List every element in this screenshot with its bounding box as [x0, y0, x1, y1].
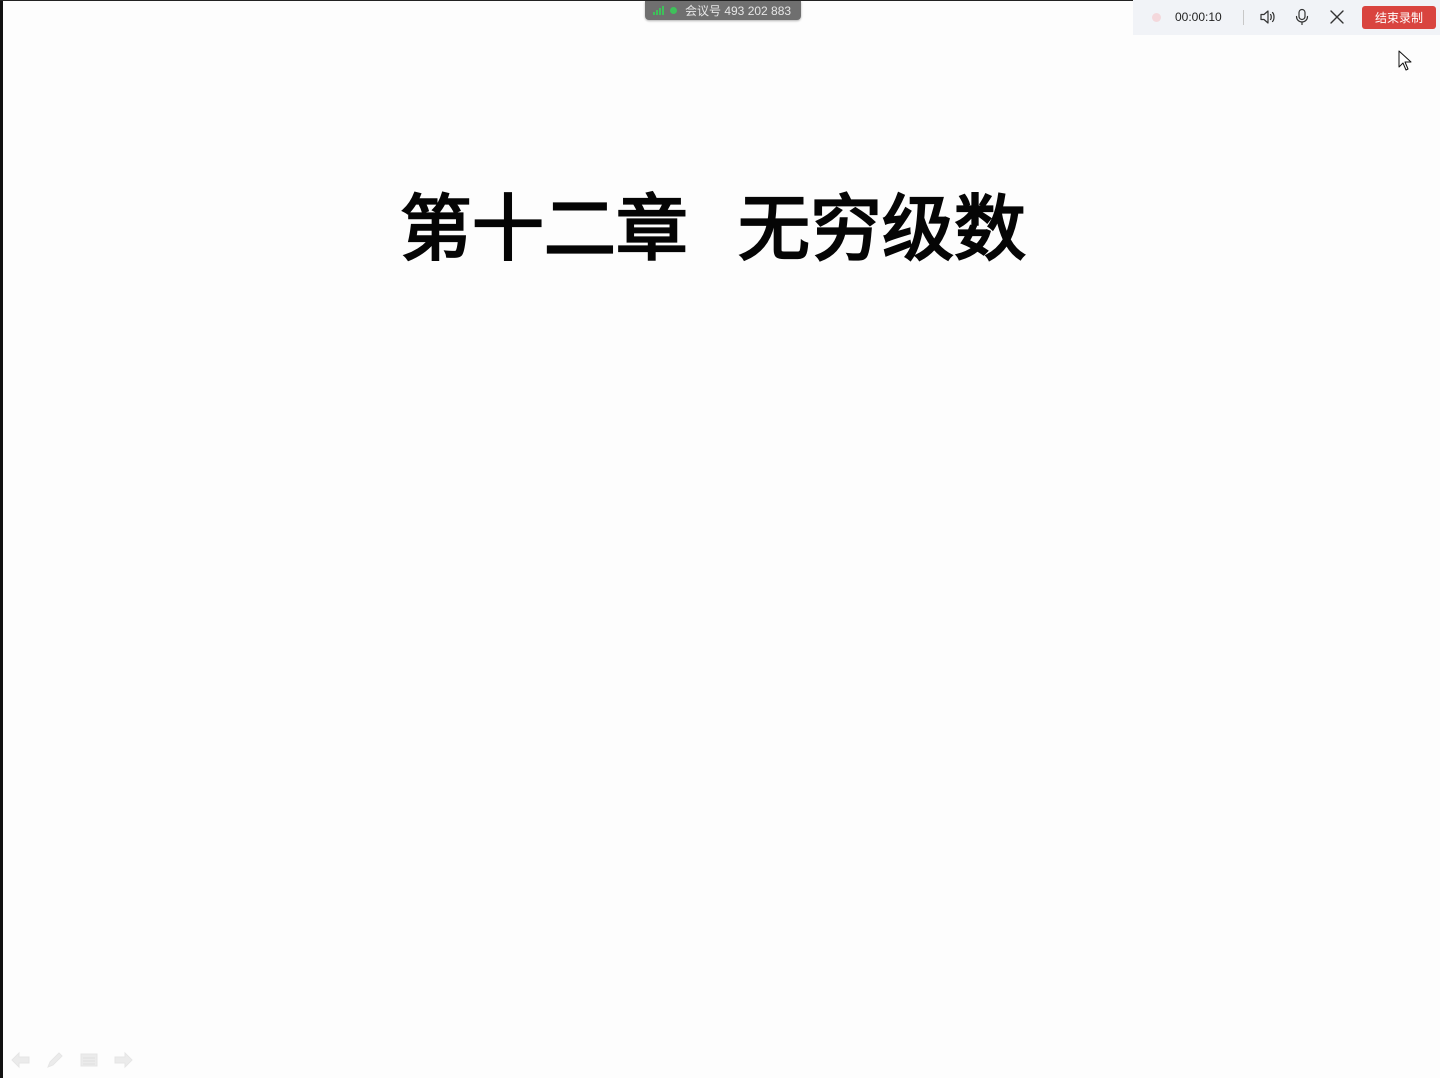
recording-timer: 00:00:10 [1175, 10, 1222, 24]
speaker-icon[interactable] [1258, 7, 1278, 27]
signal-icon [653, 6, 664, 15]
meeting-id-text: 会议号 493 202 883 [685, 4, 792, 18]
record-dot-icon [1152, 13, 1161, 22]
status-dot-icon [670, 7, 677, 14]
arrow-right-icon[interactable] [112, 1050, 134, 1070]
window-left-border [0, 0, 3, 1078]
meeting-id-pill[interactable]: 会议号 493 202 883 [645, 1, 801, 20]
toolbar-divider [1243, 10, 1244, 25]
mouse-cursor-icon [1398, 50, 1412, 72]
slideshow-controls [10, 1050, 134, 1070]
pen-icon[interactable] [44, 1050, 66, 1070]
end-recording-button[interactable]: 结束录制 [1362, 6, 1436, 29]
recording-toolbar: 00:00:10 结束录制 [1133, 0, 1440, 35]
slide-title: 第十二章 无穷级数 [399, 187, 1027, 271]
close-icon[interactable] [1327, 7, 1347, 27]
arrow-left-icon[interactable] [10, 1050, 32, 1070]
menu-icon[interactable] [78, 1050, 100, 1070]
microphone-icon[interactable] [1292, 7, 1312, 27]
presentation-stage: 会议号 493 202 883 00:00:10 结束录制 第十二章 无穷级数 [0, 0, 1440, 1078]
